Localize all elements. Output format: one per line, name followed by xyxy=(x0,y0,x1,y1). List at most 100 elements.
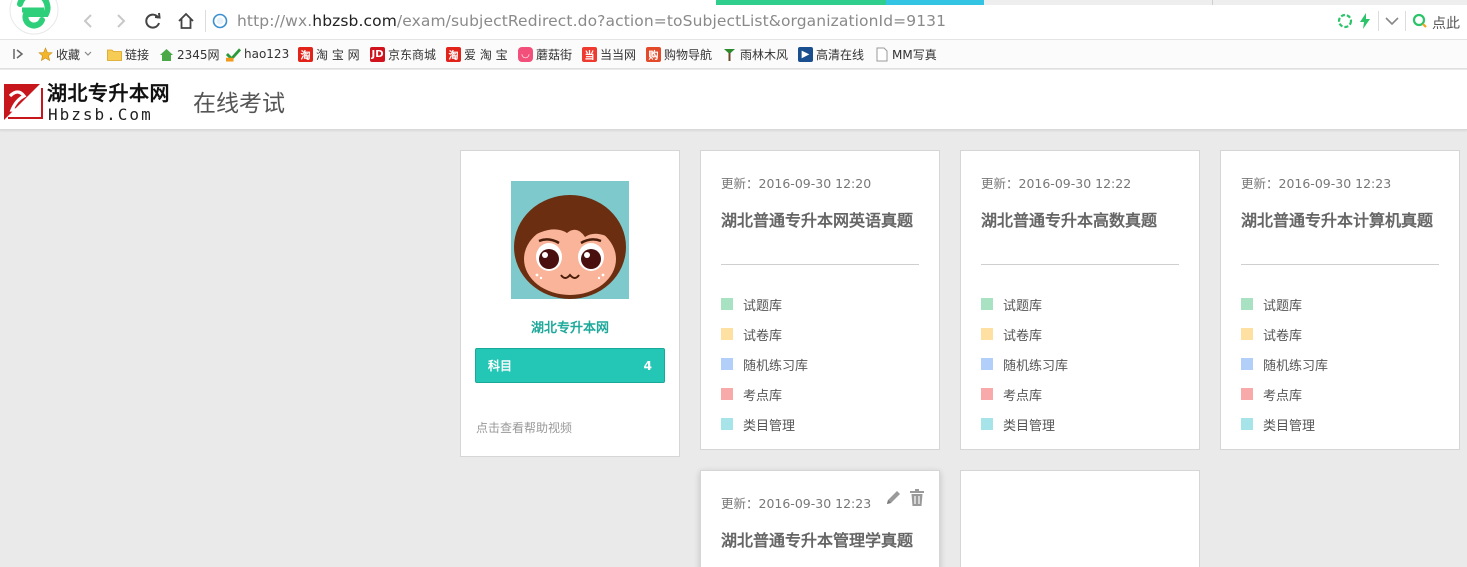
bookmark-ai-taobao[interactable]: 淘 爱 淘 宝 xyxy=(446,45,508,63)
brand-domain[interactable]: Hbzsb.Com xyxy=(48,105,153,124)
blue-square-icon xyxy=(721,358,733,370)
menu-random-practice[interactable]: 随机练习库 xyxy=(1241,349,1328,379)
sidebar-toggle-icon[interactable] xyxy=(12,45,24,63)
cyan-square-icon xyxy=(981,418,993,430)
bookmark-yulin[interactable]: 雨林木风 xyxy=(722,45,788,63)
menu-key-points[interactable]: 考点库 xyxy=(1241,379,1328,409)
add-subject-card[interactable] xyxy=(960,470,1200,567)
menu-label: 随机练习库 xyxy=(743,358,809,374)
subject-menu: 试题库 试卷库 随机练习库 考点库 类目管理 xyxy=(721,289,808,439)
subject-title[interactable]: 湖北普通专升本计算机真题 xyxy=(1241,207,1433,231)
search-box[interactable]: 点此 xyxy=(1432,13,1460,33)
menu-random-practice[interactable]: 随机练习库 xyxy=(721,349,808,379)
back-button[interactable] xyxy=(77,10,99,32)
hao-icon xyxy=(226,47,241,62)
menu-random-practice[interactable]: 随机练习库 xyxy=(981,349,1068,379)
bookmark-label: 当当网 xyxy=(600,47,637,62)
tab-strip-loading xyxy=(886,0,984,5)
bookmark-hao123[interactable]: hao123 xyxy=(226,45,289,63)
bookmark-shopping-nav[interactable]: 购 购物导航 xyxy=(646,45,712,63)
menu-label: 试题库 xyxy=(1263,298,1303,314)
yellow-square-icon xyxy=(1241,328,1253,340)
tab-strip-active[interactable] xyxy=(716,0,886,5)
taobao-icon: 淘 xyxy=(446,46,461,62)
star-icon xyxy=(38,46,53,62)
bookmark-label: 爱 淘 宝 xyxy=(464,47,508,62)
tab-strip-divider xyxy=(1212,0,1213,5)
red-square-icon xyxy=(1241,388,1253,400)
search-engine-icon[interactable] xyxy=(1411,12,1429,30)
updated-time: 更新：2016-09-30 12:23 xyxy=(1241,176,1392,191)
subject-title[interactable]: 湖北普通专升本高数真题 xyxy=(981,207,1157,231)
bookmark-dangdang[interactable]: 当 当当网 xyxy=(582,45,636,63)
url-prefix: http://wx. xyxy=(237,12,313,30)
green-loop-icon[interactable] xyxy=(1336,12,1354,30)
green-square-icon xyxy=(1241,298,1253,310)
bookmark-label: 链接 xyxy=(125,47,150,62)
help-video-link[interactable]: 点击查看帮助视频 xyxy=(476,419,572,436)
menu-paper-bank[interactable]: 试卷库 xyxy=(1241,319,1328,349)
menu-category-manage[interactable]: 类目管理 xyxy=(721,409,808,439)
bookmark-label: 京东商城 xyxy=(388,47,437,62)
profile-name[interactable]: 湖北专升本网 xyxy=(461,317,679,336)
card-actions xyxy=(885,489,924,510)
url-path: /exam/subjectRedirect.do?action=toSubjec… xyxy=(396,12,947,30)
bookmark-label: 雨林木风 xyxy=(740,47,789,62)
menu-question-bank[interactable]: 试题库 xyxy=(721,289,808,319)
pencil-icon[interactable] xyxy=(885,489,902,510)
bookmark-label: hao123 xyxy=(244,47,290,61)
chevron-down-icon[interactable] xyxy=(1383,12,1401,30)
subject-title[interactable]: 湖北普通专升本管理学真题 xyxy=(721,527,913,551)
bookmark-hd-online[interactable]: ▶ 高清在线 xyxy=(798,45,864,63)
subject-title[interactable]: 湖北普通专升本网英语真题 xyxy=(721,207,913,231)
updated-time: 更新：2016-09-30 12:20 xyxy=(721,176,872,191)
bookmark-mogujie[interactable]: ◡ 蘑菇街 xyxy=(518,45,572,63)
menu-key-points[interactable]: 考点库 xyxy=(981,379,1068,409)
home-button[interactable] xyxy=(175,10,197,32)
brand-name[interactable]: 湖北专升本网 xyxy=(47,77,170,106)
forward-button[interactable] xyxy=(110,10,132,32)
address-divider xyxy=(205,10,206,32)
site-security-icon[interactable] xyxy=(212,13,228,29)
bookmark-label: 蘑菇街 xyxy=(536,47,573,62)
browser-logo-icon[interactable] xyxy=(8,0,62,38)
browser-toolbar: http://wx.hbzsb.com/exam/subjectRedirect… xyxy=(0,0,1467,40)
card-divider xyxy=(721,264,919,265)
cyan-square-icon xyxy=(1241,418,1253,430)
bookmark-jd[interactable]: JD 京东商城 xyxy=(370,45,436,63)
tab-strip xyxy=(984,0,1467,5)
bookmark-favorites[interactable]: 收藏 xyxy=(38,45,93,63)
subject-menu: 试题库 试卷库 随机练习库 考点库 类目管理 xyxy=(1241,289,1328,439)
page-icon xyxy=(874,47,889,62)
subject-count: 4 xyxy=(643,358,652,373)
menu-key-points[interactable]: 考点库 xyxy=(721,379,808,409)
menu-category-manage[interactable]: 类目管理 xyxy=(1241,409,1328,439)
menu-paper-bank[interactable]: 试卷库 xyxy=(981,319,1068,349)
subject-card: 更新：2016-09-30 12:22 湖北普通专升本高数真题 试题库 试卷库 … xyxy=(960,150,1200,450)
toolbar-divider xyxy=(1378,11,1379,31)
refresh-button[interactable] xyxy=(142,10,164,32)
menu-paper-bank[interactable]: 试卷库 xyxy=(721,319,808,349)
bookmark-2345[interactable]: 2345网 xyxy=(159,45,220,63)
brand-logo-icon[interactable] xyxy=(2,78,46,122)
menu-question-bank[interactable]: 试题库 xyxy=(981,289,1068,319)
mogujie-icon: ◡ xyxy=(518,46,533,62)
menu-label: 试卷库 xyxy=(1003,328,1043,344)
menu-label: 试题库 xyxy=(743,298,783,314)
red-square-icon xyxy=(981,388,993,400)
film-icon: ▶ xyxy=(798,46,813,62)
updated-time: 更新：2016-09-30 12:23 xyxy=(721,496,872,511)
menu-question-bank[interactable]: 试题库 xyxy=(1241,289,1328,319)
address-bar[interactable]: http://wx.hbzsb.com/exam/subjectRedirect… xyxy=(237,12,946,30)
menu-category-manage[interactable]: 类目管理 xyxy=(981,409,1068,439)
cyan-square-icon xyxy=(721,418,733,430)
subject-count-button[interactable]: 科目 4 xyxy=(475,348,665,383)
bookmark-links[interactable]: 链接 xyxy=(107,45,149,63)
bookmark-taobao[interactable]: 淘 淘 宝 网 xyxy=(298,45,360,63)
bookmark-mm[interactable]: MM写真 xyxy=(874,45,937,63)
trash-icon[interactable] xyxy=(910,489,924,510)
yellow-square-icon xyxy=(981,328,993,340)
subject-menu: 试题库 试卷库 随机练习库 考点库 类目管理 xyxy=(981,289,1068,439)
lightning-icon[interactable] xyxy=(1356,12,1374,30)
profile-card: 湖北专升本网 科目 4 点击查看帮助视频 xyxy=(460,150,680,457)
